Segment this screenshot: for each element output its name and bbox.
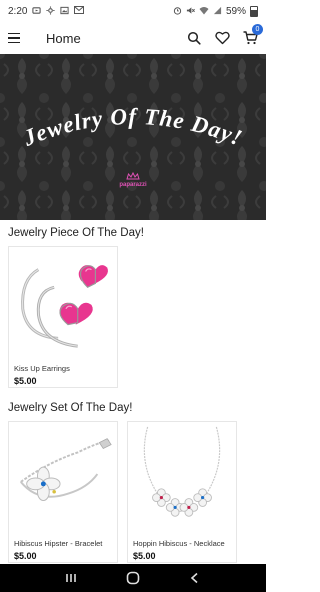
cart-button[interactable]: 0 <box>242 24 263 46</box>
svg-text:Jewelry Of The Day!: Jewelry Of The Day! <box>19 104 246 151</box>
necklace-image <box>128 422 236 530</box>
notification-icon <box>32 6 42 17</box>
signal-icon <box>213 6 222 17</box>
recent-apps-button[interactable] <box>59 566 83 590</box>
status-right: 59% <box>173 5 258 17</box>
product-card-hibiscus-hipster-bracelet[interactable]: Hibiscus Hipster - Bracelet $5.00 <box>8 421 118 563</box>
status-left: 2:20 <box>8 5 85 17</box>
settings-icon <box>46 5 56 17</box>
alarm-icon <box>173 6 182 17</box>
app-actions: 0 <box>186 24 263 46</box>
gallery-icon <box>60 6 70 17</box>
back-icon <box>190 572 198 584</box>
product-card-kiss-up-earrings[interactable]: Kiss Up Earrings $5.00 <box>8 246 118 388</box>
product-price: $5.00 <box>14 551 37 561</box>
product-price: $5.00 <box>133 551 156 561</box>
recents-icon <box>66 574 76 582</box>
battery-icon <box>250 5 258 17</box>
cart-count-badge: 0 <box>252 24 263 35</box>
system-nav-bar <box>0 564 266 592</box>
banner-headline: Jewelry Of The Day! <box>19 104 246 151</box>
status-bar: 2:20 59% <box>0 0 266 22</box>
product-card-hoppin-hibiscus-necklace[interactable]: Hoppin Hibiscus - Necklace $5.00 <box>127 421 237 563</box>
status-time: 2:20 <box>8 5 28 17</box>
wifi-icon <box>199 6 209 17</box>
jewelry-of-the-day-banner[interactable]: Jewelry Of The Day! paparazzi <box>0 54 266 220</box>
earrings-image <box>9 247 117 355</box>
product-name: Hoppin Hibiscus - Necklace <box>133 539 225 548</box>
section-title-piece-of-the-day: Jewelry Piece Of The Day! <box>8 227 144 239</box>
page-title: Home <box>46 30 81 46</box>
back-button[interactable] <box>183 566 207 590</box>
section-title-set-of-the-day: Jewelry Set Of The Day! <box>8 402 133 414</box>
app-bar: Home 0 <box>0 22 266 54</box>
home-icon <box>126 571 140 585</box>
bracelet-image <box>9 422 117 530</box>
battery-percent: 59% <box>225 5 246 17</box>
product-name: Kiss Up Earrings <box>14 364 70 373</box>
paparazzi-logo: paparazzi <box>115 171 151 189</box>
search-icon[interactable] <box>186 30 202 46</box>
gmail-icon <box>74 6 85 16</box>
product-price: $5.00 <box>14 376 37 386</box>
wishlist-heart-icon[interactable] <box>214 30 230 46</box>
product-name: Hibiscus Hipster - Bracelet <box>14 539 103 548</box>
menu-icon[interactable] <box>8 30 24 46</box>
mute-icon <box>186 6 195 17</box>
home-button[interactable] <box>121 566 145 590</box>
